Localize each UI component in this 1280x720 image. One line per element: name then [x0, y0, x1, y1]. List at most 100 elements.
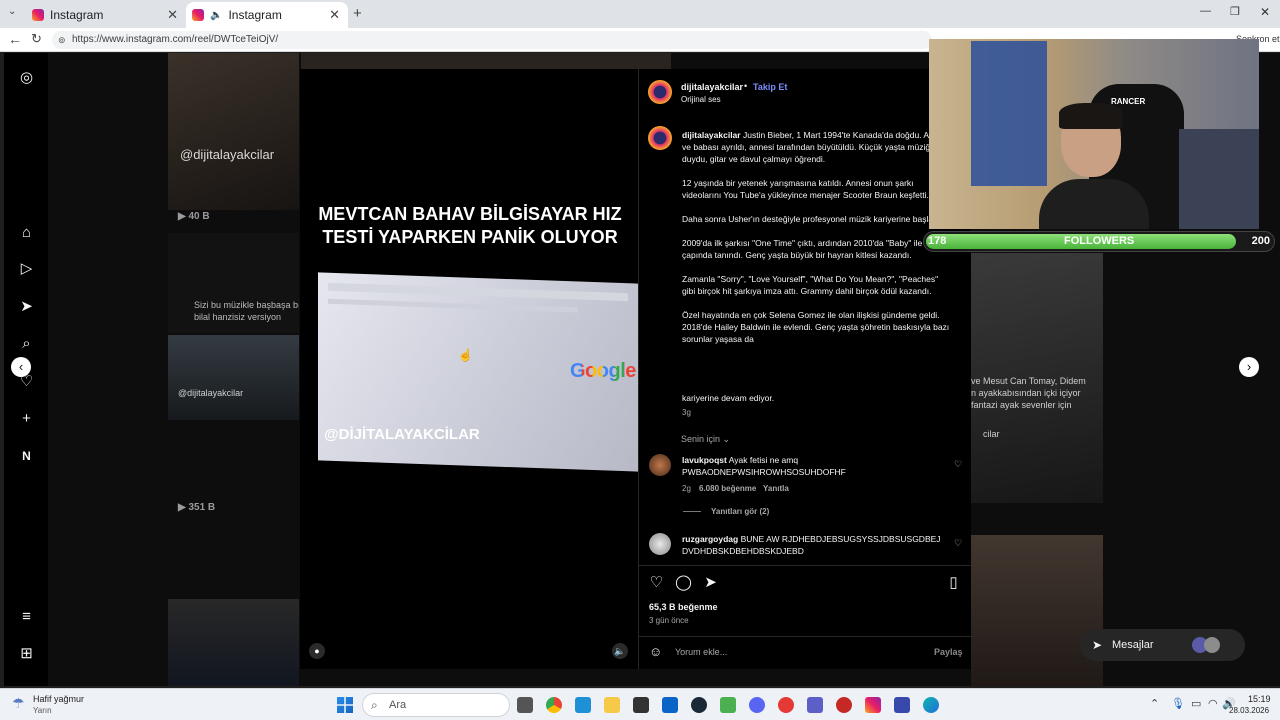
tray-chevron-icon[interactable]: ⌃ — [1150, 697, 1159, 710]
profile-letter[interactable]: N — [18, 448, 35, 465]
clock-date[interactable]: 28.03.2026 — [1229, 706, 1269, 715]
follow-button[interactable]: Takip Et — [753, 82, 787, 92]
dot-separator: • — [744, 81, 748, 91]
author-username[interactable]: dijitalayakcilar — [681, 82, 743, 92]
caption-username[interactable]: dijitalayakcilar — [682, 130, 741, 140]
weather-icon[interactable]: ☂ — [12, 695, 25, 712]
view-replies-button[interactable]: Yanıtları gör (2) — [711, 507, 769, 516]
taskbar-search-input[interactable]: ⌕ Ara — [362, 693, 510, 717]
caption-age: 3g — [682, 408, 691, 417]
post-comment-button[interactable]: Paylaş — [934, 647, 963, 657]
like-comment-icon[interactable]: ♡ — [954, 538, 962, 549]
wifi-icon[interactable]: ◠ — [1208, 697, 1218, 710]
app-icon[interactable] — [836, 697, 852, 713]
url-input[interactable]: ⊚ https://www.instagram.com/reel/DWTceTe… — [52, 31, 932, 49]
close-tab-icon[interactable]: ✕ — [329, 7, 340, 23]
restore-icon[interactable]: ❐ — [1230, 5, 1240, 18]
comment-likes[interactable]: 6.080 beğenme — [699, 484, 756, 493]
reply-button[interactable]: Yanıtla — [763, 484, 789, 493]
emoji-icon[interactable]: ☺ — [649, 644, 662, 659]
file-explorer-icon[interactable] — [604, 697, 620, 713]
chrome-icon[interactable] — [546, 697, 562, 713]
tab-instagram-2[interactable]: 🔈 Instagram ✕ — [186, 2, 348, 28]
comment-icon[interactable]: ◯ — [675, 574, 692, 591]
audio-label[interactable]: Orijinal ses — [681, 95, 721, 104]
start-icon[interactable] — [337, 697, 353, 713]
teams-icon[interactable] — [807, 697, 823, 713]
media-player-icon[interactable] — [778, 697, 794, 713]
site-info-icon[interactable]: ⊚ — [58, 31, 66, 49]
grid-tile[interactable]: @dijitalayakcilar — [168, 53, 299, 210]
new-tab-icon[interactable]: + — [353, 5, 362, 22]
tile-watermark: @dijitalayakcilar — [180, 147, 275, 162]
previous-post-button[interactable]: ‹ — [11, 357, 31, 377]
send-icon[interactable]: ➤ — [18, 298, 35, 315]
instagram-icon[interactable] — [865, 697, 881, 713]
video-google-logo: Google — [570, 360, 636, 382]
edge-icon[interactable] — [923, 697, 939, 713]
clock-time[interactable]: 15:19 — [1248, 694, 1271, 704]
close-tab-icon[interactable]: ✕ — [167, 7, 178, 23]
comment-sort-dropdown[interactable]: Senin için ⌄ — [681, 434, 730, 445]
grid-tile[interactable] — [168, 599, 299, 686]
store-icon[interactable] — [633, 697, 649, 713]
tab-bar: ⌄ Instagram ✕ 🔈 Instagram ✕ + — ❐ ✕ — [0, 0, 1280, 28]
comment-text: ruzgargoydag BUNE AW RJDHEBDJEBSUGSYSSJD… — [682, 534, 941, 556]
view-count: ▶ 40 B — [178, 211, 210, 222]
messages-button[interactable]: ➤ Mesajlar — [1080, 629, 1245, 661]
send-icon: ➤ — [1092, 638, 1103, 652]
chair-brand: RANCER — [1111, 97, 1146, 106]
messages-label: Mesajlar — [1112, 639, 1154, 651]
likes-count[interactable]: 65,3 B beğenme — [649, 602, 718, 612]
menu-icon[interactable]: ≡ — [18, 608, 35, 625]
minimize-icon[interactable]: — — [1200, 5, 1211, 17]
comment-username[interactable]: ruzgargoydag — [682, 534, 738, 544]
grid-tile[interactable] — [971, 535, 1103, 686]
search-icon[interactable]: ⌕ — [18, 335, 35, 352]
save-icon[interactable]: ▯ — [945, 574, 962, 591]
discord-icon[interactable] — [749, 697, 765, 713]
weather-subtitle: Yarın — [33, 706, 52, 715]
mic-icon[interactable]: 🎙 — [1171, 697, 1185, 710]
grid-tile[interactable]: ve Mesut Can Tomay, Didem n ayakkabısınd… — [971, 253, 1103, 503]
weather-title[interactable]: Hafif yağmur — [33, 694, 84, 704]
app-icon[interactable] — [894, 697, 910, 713]
close-window-icon[interactable]: ✕ — [1260, 5, 1270, 19]
audio-playing-icon[interactable]: 🔈 — [210, 10, 222, 21]
task-view-icon[interactable] — [517, 697, 533, 713]
minecraft-icon[interactable] — [720, 697, 736, 713]
share-icon[interactable]: ➤ — [702, 574, 719, 591]
apps-icon[interactable]: ⊞ — [18, 645, 35, 662]
outlook-icon[interactable] — [662, 697, 678, 713]
grid-tile[interactable]: @dijitalayakcilar — [168, 335, 299, 420]
comment-username[interactable]: lavukpoqst — [682, 455, 727, 465]
tab-list-chevron-icon[interactable]: ⌄ — [8, 6, 16, 17]
avatar — [1204, 637, 1220, 653]
home-icon[interactable]: ⌂ — [18, 224, 35, 241]
remote-desktop-icon[interactable] — [575, 697, 591, 713]
grid-tile[interactable] — [301, 53, 671, 69]
grid-tile[interactable]: Sizi bu müzikle başbaşa bıra bilal hanzi… — [168, 233, 299, 333]
video-watermark: @DİJİTALAYAKCİLAR — [324, 426, 480, 443]
replies-line — [683, 511, 701, 512]
caption-avatar[interactable] — [648, 126, 672, 150]
author-avatar[interactable] — [648, 80, 672, 104]
view-count: ▶ 351 B — [178, 502, 216, 513]
tagged-user-icon[interactable]: ● — [309, 643, 325, 659]
like-icon[interactable]: ♡ — [648, 574, 665, 591]
next-post-button[interactable]: › — [1239, 357, 1259, 377]
commenter-avatar[interactable] — [649, 533, 671, 555]
steam-icon[interactable] — [691, 697, 707, 713]
display-icon[interactable]: ▭ — [1191, 697, 1201, 710]
like-comment-icon[interactable]: ♡ — [954, 459, 962, 470]
commenter-avatar[interactable] — [649, 454, 671, 476]
reels-icon[interactable]: ▷ — [18, 260, 35, 277]
tab-instagram-1[interactable]: Instagram ✕ — [26, 2, 186, 28]
mute-icon[interactable]: 🔈 — [612, 643, 628, 659]
instagram-logo-icon[interactable]: ◎ — [18, 69, 35, 86]
back-icon[interactable]: ← — [8, 31, 22, 47]
comment-input[interactable]: Yorum ekle... — [675, 647, 727, 657]
create-icon[interactable]: + — [18, 410, 35, 427]
reload-icon[interactable]: ↻ — [31, 31, 42, 47]
cam-bed — [1179, 129, 1259, 229]
